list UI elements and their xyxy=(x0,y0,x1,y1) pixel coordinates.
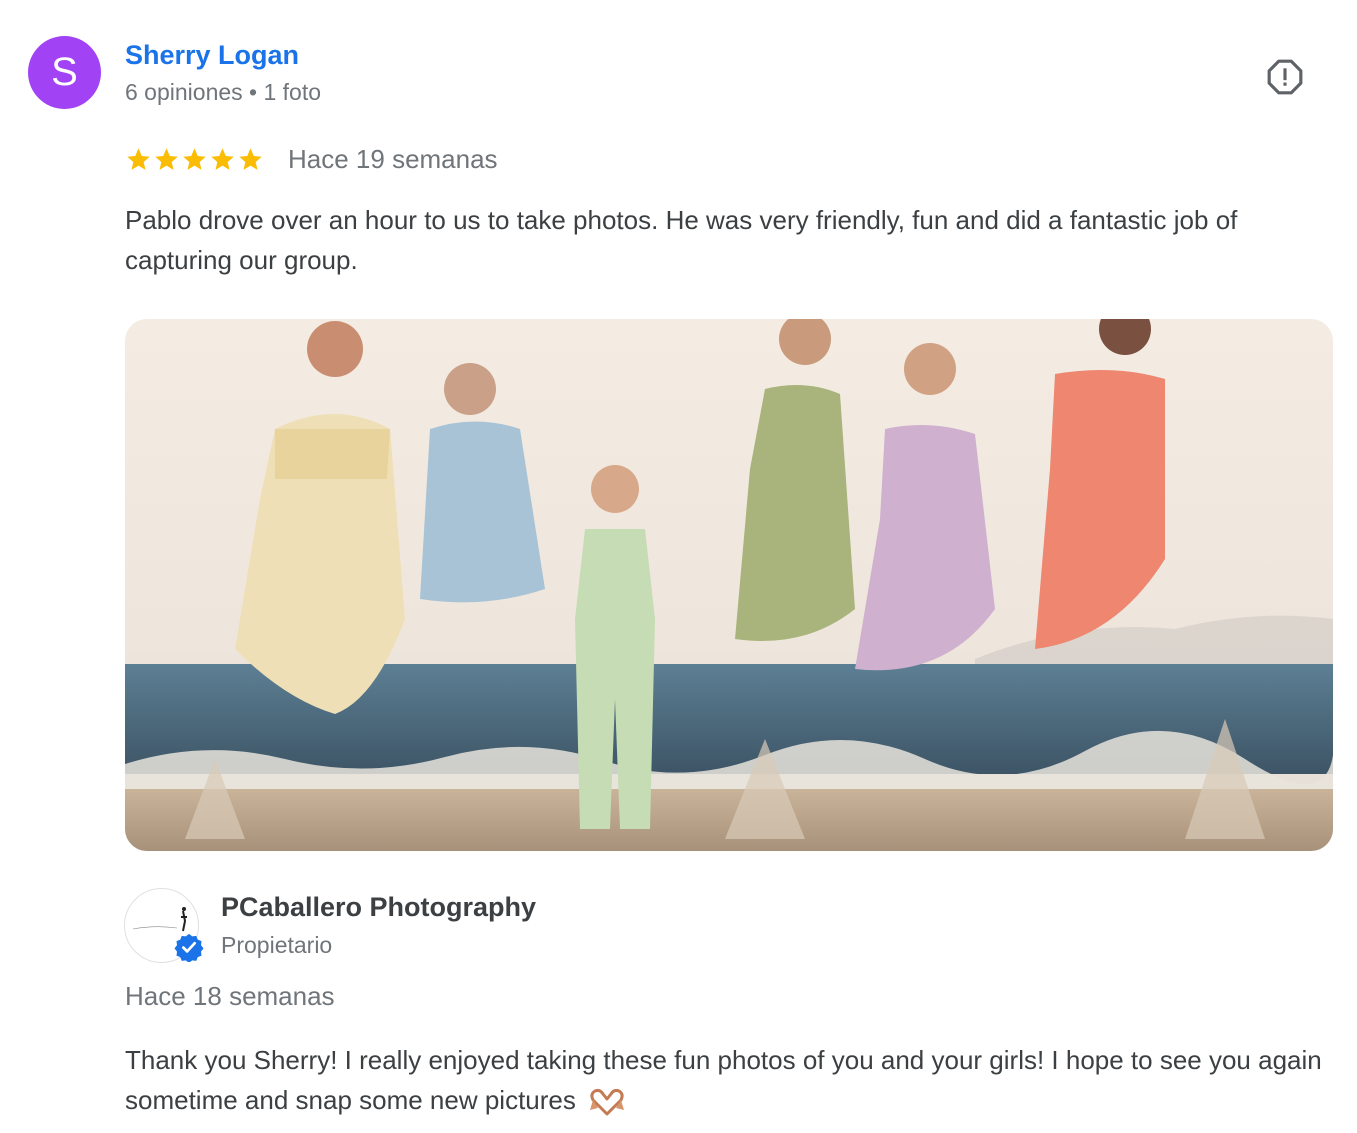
reply-text: Thank you Sherry! I really enjoyed takin… xyxy=(125,1040,1335,1120)
star-rating xyxy=(125,146,264,173)
reviewer-avatar[interactable]: S xyxy=(28,36,101,109)
rating-row: Hace 19 semanas xyxy=(125,144,498,175)
report-review-button[interactable] xyxy=(1262,54,1308,100)
reply-time: Hace 18 semanas xyxy=(125,981,335,1011)
owner-role: Propietario xyxy=(221,932,333,958)
avatar-initial: S xyxy=(51,50,78,94)
star-icon xyxy=(183,148,206,170)
reviewer-name-link[interactable]: Sherry Logan xyxy=(125,40,299,71)
star-icon xyxy=(127,148,150,170)
star-icon xyxy=(155,148,178,170)
review-photo[interactable] xyxy=(125,319,1333,851)
heart-hands-icon xyxy=(590,1089,625,1116)
owner-name: PCaballero Photography xyxy=(221,892,537,922)
reply-text-body: Thank you Sherry! I really enjoyed takin… xyxy=(125,1045,1322,1115)
reviewer-meta: 6 opiniones • 1 foto xyxy=(125,79,322,105)
review-card: S Sherry Logan 6 opiniones • 1 foto Hace… xyxy=(0,0,1357,1133)
verified-badge-icon xyxy=(174,933,204,962)
star-icon xyxy=(239,148,262,170)
report-flag-icon xyxy=(1267,59,1303,95)
star-icon xyxy=(211,148,234,170)
review-text: Pablo drove over an hour to us to take p… xyxy=(125,205,1238,275)
review-time: Hace 19 semanas xyxy=(288,144,498,174)
